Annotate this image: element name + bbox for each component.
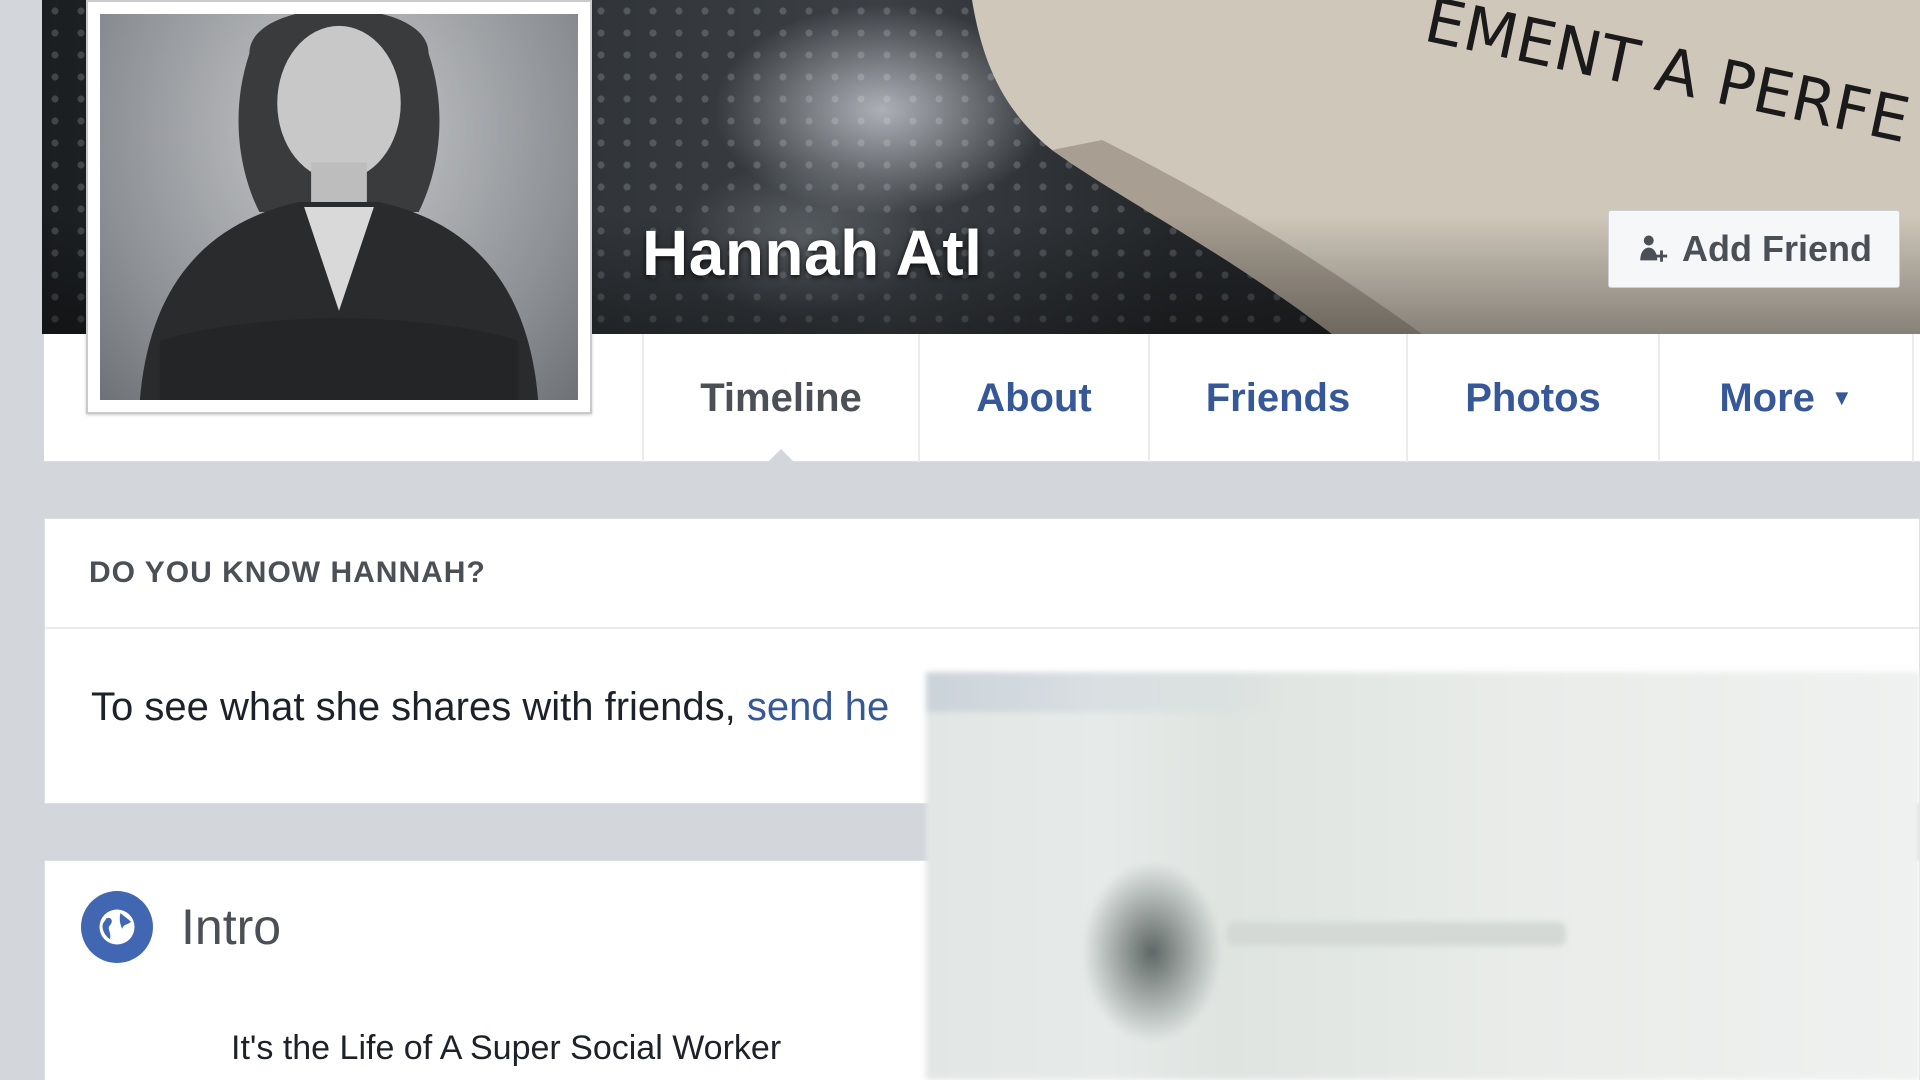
intro-bio: It's the Life of A Super Social Worker [231, 1029, 782, 1067]
blurred-text [1226, 922, 1566, 946]
avatar-photo [100, 14, 578, 400]
tab-more[interactable]: More ▼ [1658, 334, 1914, 462]
tab-about[interactable]: About [918, 334, 1148, 462]
add-friend-button[interactable]: Add Friend [1608, 210, 1900, 288]
chevron-down-icon: ▼ [1830, 385, 1853, 410]
tab-label: About [976, 375, 1092, 420]
avatar-figure [139, 14, 539, 400]
blurred-link [926, 672, 1286, 712]
profile-picture[interactable] [86, 0, 592, 414]
tab-label: Photos [1465, 375, 1601, 420]
tab-label: More [1719, 375, 1815, 420]
add-friend-label: Add Friend [1682, 228, 1872, 269]
blurred-region [926, 672, 1920, 1080]
globe-icon [81, 891, 153, 963]
send-friend-request-link[interactable]: send he [747, 685, 889, 729]
profile-tabs: Timeline About Friends Photos More ▼ [642, 334, 1914, 463]
add-friend-icon [1640, 235, 1668, 262]
tab-label: Timeline [700, 375, 862, 420]
tab-label: Friends [1205, 375, 1351, 420]
card-text: To see what she shares with friends, [91, 685, 747, 729]
tab-photos[interactable]: Photos [1406, 334, 1658, 462]
card-heading: DO YOU KNOW HANNAH? [45, 519, 1919, 629]
intro-title: Intro [181, 899, 282, 955]
profile-name[interactable]: Hannah Atl [642, 216, 982, 290]
tab-friends[interactable]: Friends [1148, 334, 1406, 462]
intro-header: Intro [81, 891, 281, 963]
tab-timeline[interactable]: Timeline [642, 334, 918, 463]
